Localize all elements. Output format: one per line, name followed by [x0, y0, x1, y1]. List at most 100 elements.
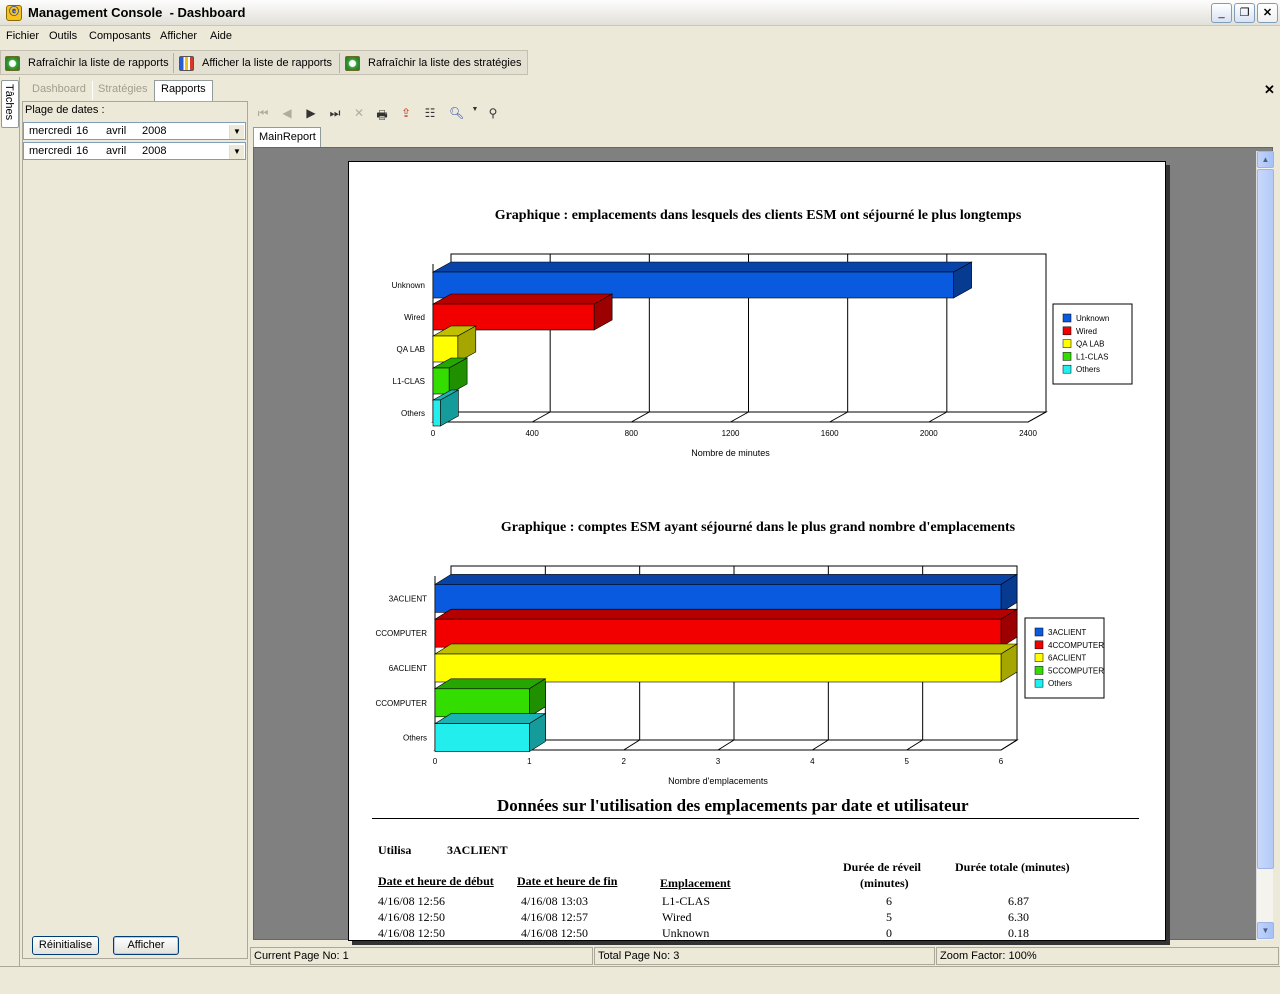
tab-rapports[interactable]: Rapports	[154, 80, 213, 101]
bar-top	[431, 261, 973, 273]
cell-end: 4/16/08 13:03	[521, 894, 589, 908]
x-tick-label: 800	[625, 429, 639, 438]
date-day: mercredi	[29, 125, 72, 137]
usage-section-title: Données sur l'utilisation des emplacemen…	[497, 796, 969, 815]
menu-outils[interactable]: Outils	[49, 30, 77, 42]
chevron-down-icon[interactable]: ▼	[229, 145, 244, 159]
print-icon[interactable]: 🖶	[375, 106, 389, 127]
x-tick-label: 1	[527, 757, 532, 766]
bar	[434, 688, 530, 718]
legend-label: L1-CLAS	[1076, 352, 1108, 361]
menu-aide[interactable]: Aide	[210, 30, 232, 42]
col-awake: Durée de réveil	[843, 860, 921, 874]
find-icon[interactable]: ⚲	[486, 106, 500, 120]
x-tick-label: 0	[433, 757, 438, 766]
category-label: 3ACLIENT	[389, 594, 427, 603]
group-tree-icon[interactable]: ☷	[423, 106, 437, 120]
tasks-side-tab[interactable]: Tâches	[1, 80, 19, 128]
chevron-down-icon[interactable]: ▼	[229, 125, 244, 139]
export-icon[interactable]: ⇪	[399, 106, 413, 120]
col-end: Date et heure de fin	[517, 874, 618, 888]
legend-label: Others	[1076, 365, 1100, 374]
bar-top	[433, 643, 1019, 655]
current-page-status: Current Page No: 1	[250, 947, 593, 965]
tab-dashboard[interactable]: Dashboard	[26, 81, 93, 100]
zoom-icon[interactable]: 🔍︎	[449, 106, 464, 120]
minimize-button[interactable]: _	[1211, 3, 1232, 23]
refresh-icon	[5, 55, 20, 71]
menu-fichier[interactable]: Fichier	[6, 30, 39, 42]
cell-total: 6.87	[1008, 894, 1029, 908]
scroll-down-icon[interactable]: ▼	[1257, 922, 1274, 939]
x-tick-label: 6	[999, 757, 1004, 766]
chart1-title: Graphique : emplacements dans lesquels d…	[494, 208, 1022, 223]
date-num: 16	[76, 145, 89, 157]
close-tab-icon[interactable]: ✕	[1264, 82, 1275, 98]
bar	[432, 399, 441, 427]
show-reports-button[interactable]: Afficher la liste de rapports	[179, 54, 332, 72]
legend-label: 3ACLIENT	[1048, 628, 1086, 637]
legend-label: 4CCOMPUTER	[1048, 641, 1104, 650]
col-total: Durée totale (minutes)	[955, 860, 1070, 874]
refresh-strategies-button[interactable]: Rafraîchir la liste des stratégies	[345, 54, 521, 72]
refresh-reports-button[interactable]: Rafraîchir la liste de rapports	[5, 54, 169, 72]
prev-page-icon[interactable]: ◀	[280, 106, 294, 120]
window-title: Management Console - Dashboard	[28, 5, 246, 20]
refresh-reports-label: Rafraîchir la liste de rapports	[28, 57, 169, 69]
cell-location: Unknown	[662, 926, 710, 940]
tab-mainreport[interactable]: MainReport	[253, 127, 321, 147]
start-date-picker[interactable]: mercredi 16 avril 2008 ▼	[23, 122, 246, 140]
x-tick-label: 400	[525, 429, 539, 438]
show-reports-label: Afficher la liste de rapports	[202, 57, 333, 69]
last-page-icon[interactable]: ⏭	[328, 106, 342, 121]
date-num: 16	[76, 125, 89, 137]
tab-strategies[interactable]: Stratégies	[92, 81, 155, 100]
end-date-picker[interactable]: mercredi 16 avril 2008 ▼	[23, 142, 246, 160]
x-tick-label: 2400	[1019, 429, 1037, 438]
zoom-status: Zoom Factor: 100%	[936, 947, 1279, 965]
x-tick-label: 1600	[821, 429, 839, 438]
legend-swatch	[1062, 352, 1072, 361]
status-bar: Current Page No: 1 Total Page No: 3 Zoom…	[250, 947, 1280, 966]
scroll-thumb[interactable]	[1257, 169, 1274, 869]
legend-label: 5CCOMPUTER	[1048, 666, 1104, 675]
x-tick-label: 2000	[920, 429, 938, 438]
x-tick-label: 1200	[722, 429, 740, 438]
category-label: 6ACLIENT	[389, 664, 427, 673]
legend-swatch	[1034, 653, 1044, 662]
first-page-icon[interactable]: ⏮	[256, 106, 270, 121]
cell-total: 6.30	[1008, 910, 1029, 924]
maximize-button[interactable]: ❐	[1234, 3, 1255, 23]
col-start: Date et heure de début	[378, 874, 494, 888]
bar-top	[431, 293, 614, 305]
report-icon	[179, 55, 194, 71]
scroll-up-icon[interactable]: ▲	[1257, 151, 1274, 168]
category-label: Wired	[404, 313, 425, 322]
zoom-dropdown-icon[interactable]: ▼	[468, 106, 482, 113]
refresh-icon	[345, 55, 360, 71]
legend-label: QA LAB	[1076, 340, 1104, 349]
x-tick-label: 5	[904, 757, 909, 766]
category-label: QA LAB	[397, 345, 425, 354]
date-year: 2008	[142, 125, 167, 137]
next-page-icon[interactable]: ▶	[304, 106, 318, 120]
menu-composants[interactable]: Composants	[89, 30, 151, 42]
bar-top	[433, 713, 547, 724]
close-window-button[interactable]: ✕	[1257, 3, 1278, 23]
stop-icon[interactable]: ✕	[352, 106, 366, 120]
vertical-scrollbar[interactable]: ▲ ▼	[1256, 151, 1274, 940]
report-page: Graphique : emplacements dans lesquels d…	[348, 161, 1166, 941]
x-axis-label: Nombre d'emplacements	[668, 776, 768, 786]
app-icon: ⓔ	[6, 5, 22, 21]
cell-start: 4/16/08 12:50	[378, 926, 446, 940]
menu-bar: Fichier Outils Composants Afficher Aide	[0, 27, 1280, 47]
menu-afficher[interactable]: Afficher	[160, 30, 197, 42]
reset-button[interactable]: Réinitialise	[32, 936, 99, 955]
show-button[interactable]: Afficher	[113, 936, 179, 955]
bar	[434, 653, 1002, 683]
category-label: CCOMPUTER	[375, 629, 427, 638]
legend-swatch	[1034, 640, 1044, 650]
cell-awake: 6	[886, 894, 892, 908]
x-axis-label: Nombre de minutes	[691, 448, 770, 458]
date-range-label: Plage de dates :	[25, 104, 105, 116]
